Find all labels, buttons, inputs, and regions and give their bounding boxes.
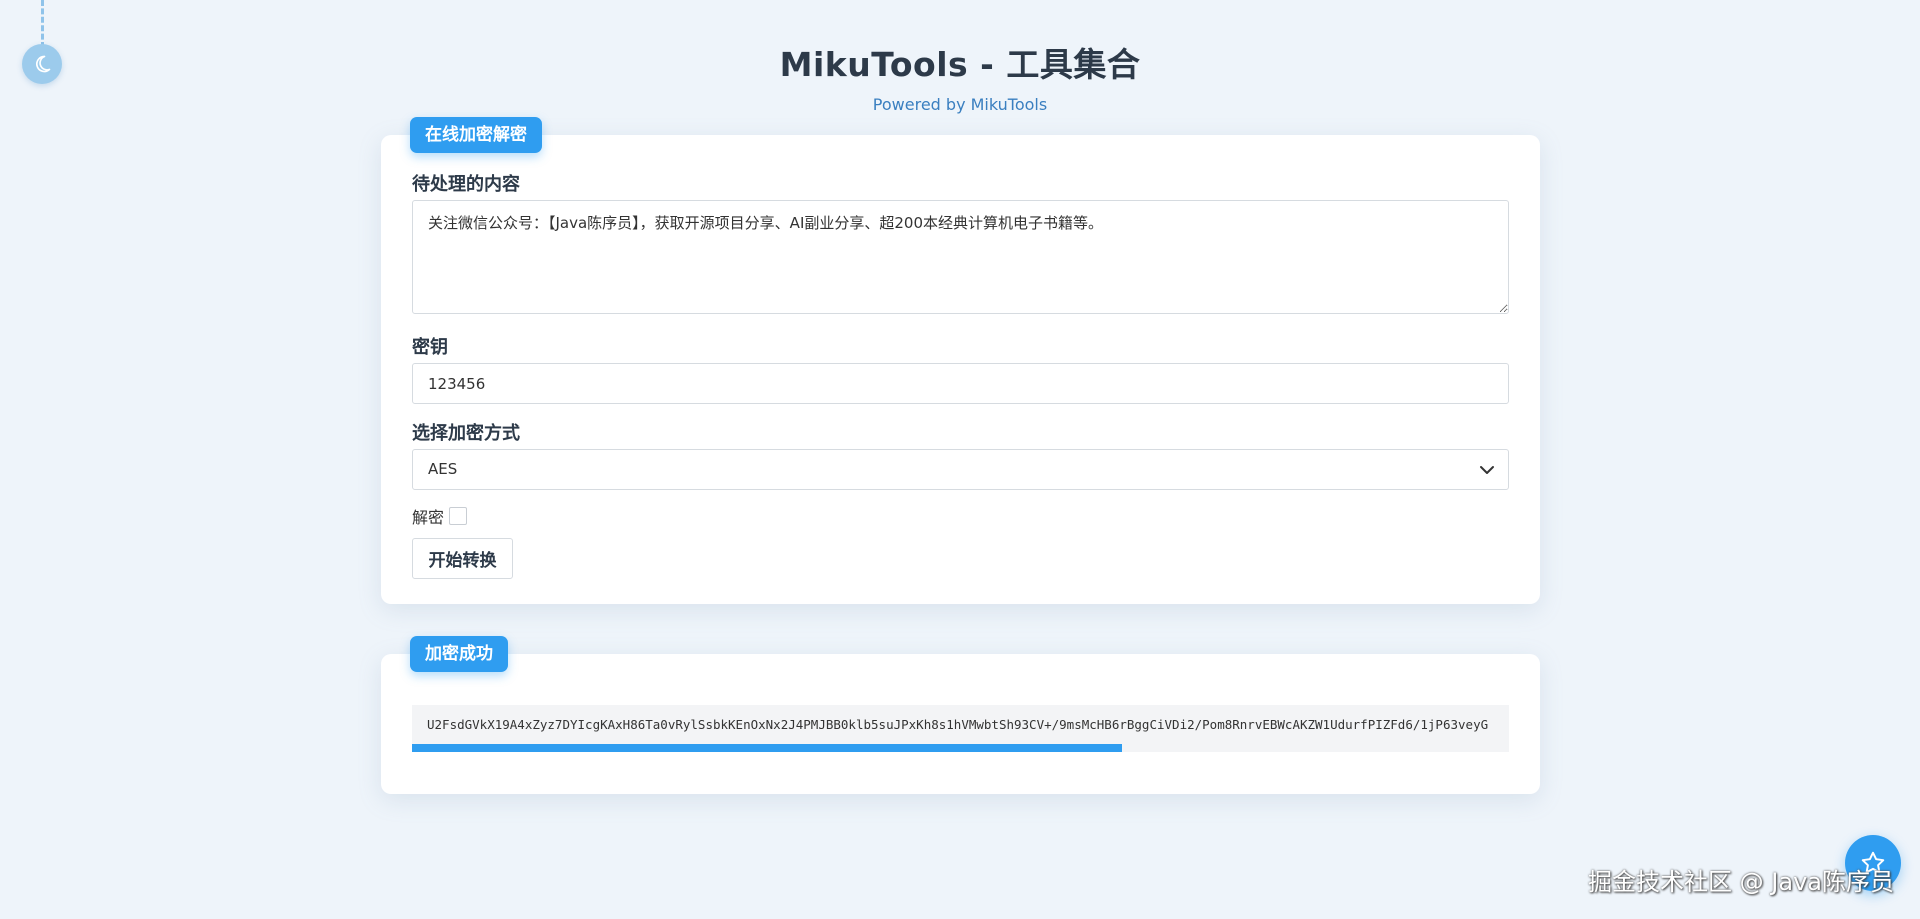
decrypt-checkbox[interactable] (449, 507, 468, 525)
page-header: MikuTools - 工具集合 Powered by MikuTools (0, 38, 1920, 114)
method-label: 选择加密方式 (412, 423, 520, 444)
powered-by-link[interactable]: Powered by MikuTools (0, 95, 1920, 114)
card-tag-encrypt-decrypt: 在线加密解密 (410, 117, 542, 153)
page-title: MikuTools - 工具集合 (779, 45, 1141, 84)
result-progress-track (412, 744, 1509, 752)
result-output[interactable]: U2FsdGVkX19A4xZyz7DYIcgKAxH86Ta0vRylSsbk… (412, 705, 1509, 744)
decrypt-label: 解密 (412, 508, 445, 527)
encrypt-form-card: 在线加密解密 待处理的内容 密钥 选择加密方式 AES 解密 开始转换 (381, 117, 1540, 604)
result-progress-fill (412, 744, 1122, 752)
key-label: 密钥 (412, 337, 448, 358)
card-tag-result: 加密成功 (410, 636, 508, 672)
content-label: 待处理的内容 (412, 174, 520, 195)
key-input[interactable] (412, 363, 1509, 404)
method-select[interactable]: AES (412, 449, 1509, 490)
content-textarea[interactable] (412, 200, 1509, 314)
watermark-text: 掘金技术社区 @ Java陈序员 (1588, 868, 1894, 896)
result-card: 加密成功 U2FsdGVkX19A4xZyz7DYIcgKAxH86Ta0vRy… (381, 636, 1540, 794)
method-select-value[interactable]: AES (412, 449, 1509, 490)
decrypt-toggle-row: 解密 (412, 504, 468, 528)
chevron-down-icon (1480, 466, 1494, 474)
start-convert-button[interactable]: 开始转换 (412, 538, 513, 579)
